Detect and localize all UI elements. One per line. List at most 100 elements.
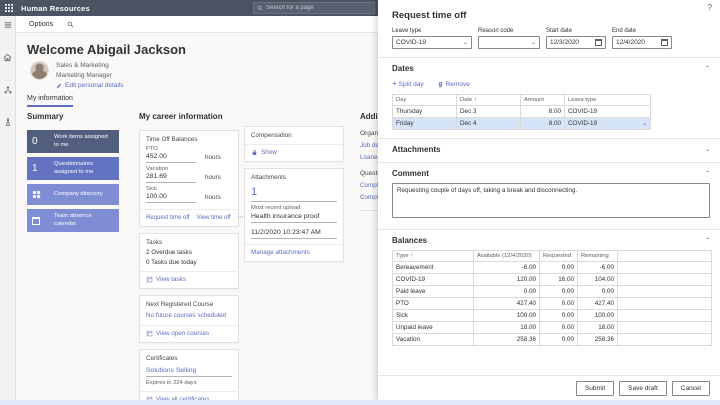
chevron-down-icon: ⌄ — [531, 40, 536, 46]
show-compensation-link[interactable]: Show — [245, 144, 343, 157]
dates-table: Day Date ↑ Amount Leave type Thursday De… — [392, 94, 651, 130]
next-registered-course-card: Next Registered Course No future courses… — [139, 295, 239, 343]
chevron-down-icon: ⌄ — [705, 147, 710, 153]
balances-row[interactable]: Paid leave0.000.000.00 — [393, 286, 712, 298]
comment-input[interactable]: Requesting couple of days off, taking a … — [392, 183, 710, 218]
tab-my-information[interactable]: My information — [27, 95, 73, 107]
time-off-balances-card: Time Off Balances PTO 452.00hours Vacati… — [139, 130, 239, 227]
comment-section-header[interactable]: Comment ⌃ — [378, 163, 720, 178]
people-grid-icon — [32, 190, 54, 199]
end-date-input[interactable]: 12/4/2020 — [612, 36, 672, 49]
app-title: Human Resources — [21, 4, 90, 13]
command-search-icon[interactable] — [67, 21, 74, 28]
balances-row[interactable]: Vacation258.360.00258.36 — [393, 334, 712, 346]
hamburger-menu-icon[interactable] — [4, 21, 12, 29]
org-chart-icon[interactable] — [4, 86, 12, 94]
balances-row[interactable]: COVID-19120.0016.00104.00 — [393, 274, 712, 286]
submit-button[interactable]: Submit — [576, 381, 614, 396]
balances-col-remaining[interactable]: Remaining — [578, 251, 618, 262]
chevron-up-icon: ⌃ — [705, 66, 710, 72]
form-icon — [146, 276, 153, 283]
request-time-off-link[interactable]: Request time off — [146, 215, 190, 221]
chevron-up-icon: ⌃ — [705, 171, 710, 177]
more-options-icon[interactable]: ⋯ — [238, 214, 244, 221]
request-form-fields: Leave type COVID-19 ⌄ Reason code ⌄ Star… — [392, 28, 706, 49]
tile-company-directory[interactable]: Company directory — [27, 184, 119, 205]
questionnaires-count: 1 — [32, 163, 54, 174]
split-day-button[interactable]: + Split day — [392, 80, 424, 88]
sort-ascending-icon: ↑ — [410, 253, 413, 259]
view-open-courses-link[interactable]: View open courses — [140, 325, 238, 338]
beaker-icon[interactable] — [4, 118, 12, 126]
page-search-box[interactable] — [253, 2, 375, 14]
balances-col-type[interactable]: Type ↑ — [393, 251, 474, 262]
sort-ascending-icon: ↑ — [474, 97, 477, 103]
dates-table-row-selected[interactable]: Friday Dec 4 8.00 COVID-19⌄ — [393, 118, 651, 130]
bottom-scrollbar-track[interactable] — [0, 400, 720, 405]
view-time-off-link[interactable]: View time off — [197, 215, 231, 221]
chevron-up-icon: ⌃ — [705, 238, 710, 244]
avatar[interactable] — [30, 61, 49, 80]
profile-department: Sales & Marketing — [56, 62, 109, 69]
pencil-icon — [56, 83, 62, 89]
course-status[interactable]: No future courses scheduled — [146, 312, 232, 319]
start-date-input[interactable]: 12/3/2020 — [546, 36, 606, 49]
calendar-icon — [32, 217, 54, 225]
search-icon — [257, 5, 263, 11]
leave-type-select[interactable]: COVID-19 ⌄ — [392, 36, 472, 49]
dates-col-leave-type[interactable]: Leave type — [565, 95, 651, 106]
start-date-field: Start date 12/3/2020 — [546, 28, 606, 49]
save-draft-button[interactable]: Save draft — [619, 381, 667, 396]
options-menu-button[interactable]: Options — [29, 21, 53, 28]
remove-button[interactable]: Remove — [437, 81, 470, 88]
balances-row[interactable]: Unpaid leave18.000.0018.00 — [393, 322, 712, 334]
tasks-card: Tasks 2 Overdue tasks 0 Tasks due today … — [139, 233, 239, 289]
balances-row[interactable]: Bereavement-6.000.00-6.00 — [393, 262, 712, 274]
balances-col-requested[interactable]: Requested — [540, 251, 578, 262]
dates-col-day[interactable]: Day — [393, 95, 457, 106]
summary-heading: Summary — [27, 112, 119, 121]
tile-team-absence-calendar[interactable]: Team absence calendar — [27, 209, 119, 232]
trash-icon — [437, 81, 444, 88]
tasks-due-today: 0 Tasks due today — [146, 259, 232, 266]
reason-code-select[interactable]: ⌄ — [478, 36, 540, 49]
overdue-tasks: 2 Overdue tasks — [146, 249, 232, 256]
app-launcher-waffle-icon[interactable] — [5, 4, 13, 12]
app-root: Human Resources Options Welcome Abigail … — [0, 0, 720, 405]
balances-col-available[interactable]: Available (12/4/2020) — [474, 251, 540, 262]
certificate-link[interactable]: Solutions Selling — [146, 365, 232, 377]
edit-personal-details-link[interactable]: Edit personal details — [56, 82, 124, 89]
balances-row[interactable]: PTO427.400.00427.40 — [393, 298, 712, 310]
home-icon[interactable] — [3, 53, 12, 62]
view-tasks-link[interactable]: View tasks — [140, 271, 238, 284]
balances-section-header[interactable]: Balances ⌃ — [378, 230, 720, 245]
recent-upload-name: Health insurance proof — [251, 211, 337, 223]
chevron-down-icon: ⌄ — [463, 40, 468, 46]
compensation-card: Compensation Show — [244, 126, 344, 162]
form-icon — [146, 330, 153, 337]
recent-upload-timestamp: 11/2/2020 10:23:47 AM — [251, 227, 337, 239]
attachments-card: Attachments 1 Most recent upload Health … — [244, 168, 344, 262]
chevron-down-icon: ⌄ — [642, 121, 647, 127]
reason-code-field: Reason code ⌄ — [478, 28, 540, 49]
tile-questionnaires[interactable]: 1 Questionnaires assigned to me — [27, 157, 119, 180]
summary-section: Summary 0 Work items assigned to me 1 Qu… — [27, 112, 119, 236]
calendar-icon — [595, 39, 602, 46]
dates-col-date[interactable]: Date ↑ — [457, 95, 521, 106]
attachments-section-header[interactable]: Attachments ⌄ — [378, 139, 720, 154]
balances-row[interactable]: Sick100.000.00100.00 — [393, 310, 712, 322]
dates-col-amount[interactable]: Amount — [521, 95, 565, 106]
help-icon[interactable]: ? — [708, 3, 712, 12]
tile-work-items[interactable]: 0 Work items assigned to me — [27, 130, 119, 153]
profile-job-title: Marketing Manager — [56, 72, 112, 79]
sick-balance: 100.00 — [146, 192, 196, 203]
page-title: Welcome Abigail Jackson — [27, 42, 186, 57]
lock-icon — [251, 149, 258, 156]
request-time-off-panel: ? Request time off Leave type COVID-19 ⌄… — [378, 0, 720, 401]
search-input[interactable] — [266, 5, 371, 11]
manage-attachments-link[interactable]: Manage attachments — [245, 244, 343, 257]
dates-section-header[interactable]: Dates ⌃ — [378, 58, 720, 73]
cancel-button[interactable]: Cancel — [672, 381, 710, 396]
leave-type-field: Leave type COVID-19 ⌄ — [392, 28, 472, 49]
dates-table-row[interactable]: Thursday Dec 3 8.00 COVID-19 — [393, 106, 651, 118]
